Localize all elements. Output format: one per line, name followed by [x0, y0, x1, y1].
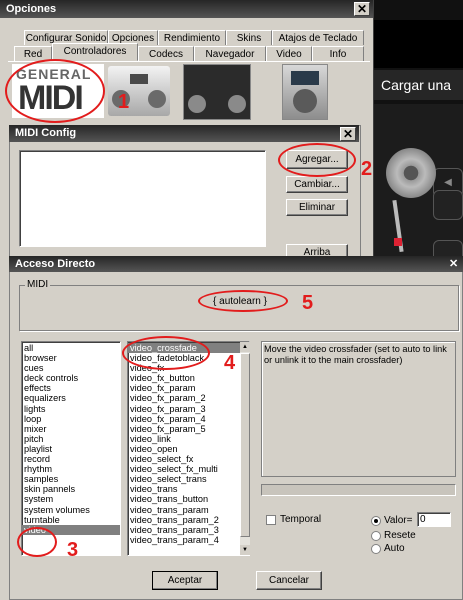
acceso-directo-close-button[interactable]: ✕: [449, 257, 458, 270]
list-item[interactable]: deck controls: [22, 373, 120, 383]
list-item[interactable]: video_link: [128, 434, 249, 444]
description-box: Move the video crossfader (set to auto t…: [261, 341, 456, 477]
annotation-ring-1: [5, 59, 105, 123]
annotation-ring-3: [17, 527, 57, 557]
valor-radio[interactable]: [371, 516, 381, 526]
turntable-disc-icon: [386, 148, 436, 198]
list-item[interactable]: effects: [22, 383, 120, 393]
list-item[interactable]: video_trans_param_2: [128, 515, 249, 525]
annotation-number-4: 4: [224, 352, 236, 374]
midi-config-title: MIDI Config: [15, 127, 77, 139]
category-list[interactable]: all browser cues deck controls effects equali…: [21, 341, 121, 556]
acceso-directo-titlebar: Acceso Directo: [9, 256, 463, 272]
tab-info[interactable]: Info: [312, 46, 364, 61]
jog-wheel-icon: [228, 95, 246, 113]
controller-thumbnail-2[interactable]: [183, 64, 251, 120]
list-item[interactable]: video_trans: [128, 484, 249, 494]
tab-controladores[interactable]: Controladores: [52, 43, 138, 61]
radio-dot-icon: [374, 519, 378, 523]
annotation-number-2: 2: [361, 158, 373, 180]
midi-device-list[interactable]: [19, 150, 266, 247]
list-item[interactable]: video_open: [128, 444, 249, 454]
jog-wheel-icon: [188, 95, 206, 113]
list-item[interactable]: playlist: [22, 444, 120, 454]
action-list-scrollbar[interactable]: ▲ ▼: [240, 342, 250, 555]
temporal-checkbox[interactable]: [266, 515, 276, 525]
annotation-number-5: 5: [302, 292, 314, 314]
deck-button-2[interactable]: [433, 190, 463, 220]
midi-config-titlebar: MIDI Config: [9, 125, 359, 142]
acceso-directo-title: Acceso Directo: [15, 258, 96, 270]
list-item[interactable]: record: [22, 454, 120, 464]
scroll-thumb[interactable]: [240, 353, 250, 537]
tonearm-tip-icon: [394, 238, 402, 246]
resete-radio[interactable]: [371, 531, 381, 541]
list-item[interactable]: video_trans_param: [128, 505, 249, 515]
description-text: Move the video crossfader (set to auto t…: [264, 344, 447, 365]
opciones-title: Opciones: [6, 3, 57, 15]
list-item[interactable]: rhythm: [22, 464, 120, 474]
jog-wheel-icon: [148, 90, 166, 108]
scroll-up-arrow-icon[interactable]: ▲: [240, 342, 250, 352]
opciones-titlebar: Opciones: [0, 0, 373, 18]
list-item[interactable]: video_select_fx_multi: [128, 464, 249, 474]
list-item[interactable]: video_trans_button: [128, 494, 249, 504]
tab-rendimiento[interactable]: Rendimiento: [158, 30, 226, 45]
value-slider[interactable]: [261, 484, 456, 496]
list-item[interactable]: video_fx_param_3: [128, 404, 249, 414]
screen-icon: [291, 71, 319, 85]
controller-thumbnail-3[interactable]: [282, 64, 328, 120]
auto-label: Auto: [384, 543, 405, 554]
knob-icon: [130, 74, 148, 84]
list-item[interactable]: loop: [22, 414, 120, 424]
list-item[interactable]: samples: [22, 474, 120, 484]
valor-input[interactable]: 0: [417, 512, 451, 527]
list-item[interactable]: lights: [22, 404, 120, 414]
list-item[interactable]: mixer: [22, 424, 120, 434]
list-item[interactable]: video_trans_param_3: [128, 525, 249, 535]
opciones-close-button[interactable]: ✕: [354, 2, 370, 16]
annotation-ring-4: [122, 336, 210, 370]
list-item[interactable]: all: [22, 343, 120, 353]
list-item[interactable]: equalizers: [22, 393, 120, 403]
annotation-number-1: 1: [118, 91, 130, 113]
cambiar-button[interactable]: Cambiar...: [286, 176, 348, 193]
list-item[interactable]: video_select_trans: [128, 474, 249, 484]
aceptar-button[interactable]: Aceptar: [152, 571, 218, 590]
midi-groupbox-label: MIDI: [25, 279, 51, 290]
tab-atajos-de-teclado[interactable]: Atajos de Teclado: [272, 30, 364, 45]
eliminar-button[interactable]: Eliminar: [286, 199, 348, 216]
list-item[interactable]: video_fx_param_2: [128, 393, 249, 403]
scroll-down-arrow-icon[interactable]: ▼: [240, 545, 250, 555]
list-item[interactable]: system: [22, 494, 120, 504]
cancelar-button[interactable]: Cancelar: [256, 571, 322, 590]
list-item[interactable]: skin pannels: [22, 484, 120, 494]
annotation-number-3: 3: [67, 539, 79, 561]
list-item[interactable]: pitch: [22, 434, 120, 444]
tab-codecs[interactable]: Codecs: [138, 46, 194, 61]
list-item[interactable]: video_fx_param_4: [128, 414, 249, 424]
list-item[interactable]: cues: [22, 363, 120, 373]
tab-navegador[interactable]: Navegador: [194, 46, 266, 61]
list-item[interactable]: turntable: [22, 515, 120, 525]
app-top-strip: [373, 20, 463, 68]
list-item[interactable]: video_trans_param_4: [128, 535, 249, 545]
jog-wheel-icon: [293, 89, 317, 113]
list-item[interactable]: browser: [22, 353, 120, 363]
list-item[interactable]: video_select_fx: [128, 454, 249, 464]
annotation-ring-5: [198, 290, 288, 312]
tab-video[interactable]: Video: [266, 46, 312, 61]
resete-label: Resete: [384, 530, 416, 541]
list-item[interactable]: video_fx_param: [128, 383, 249, 393]
list-item[interactable]: system volumes: [22, 505, 120, 515]
valor-label: Valor=: [384, 515, 413, 526]
tab-skins[interactable]: Skins: [226, 30, 272, 45]
list-item[interactable]: video_fx_param_5: [128, 424, 249, 434]
cargar-label: Cargar una: [381, 77, 452, 93]
annotation-ring-2: [278, 143, 356, 177]
midi-config-close-button[interactable]: ✕: [340, 127, 356, 141]
temporal-label: Temporal: [280, 514, 322, 525]
auto-radio[interactable]: [371, 544, 381, 554]
